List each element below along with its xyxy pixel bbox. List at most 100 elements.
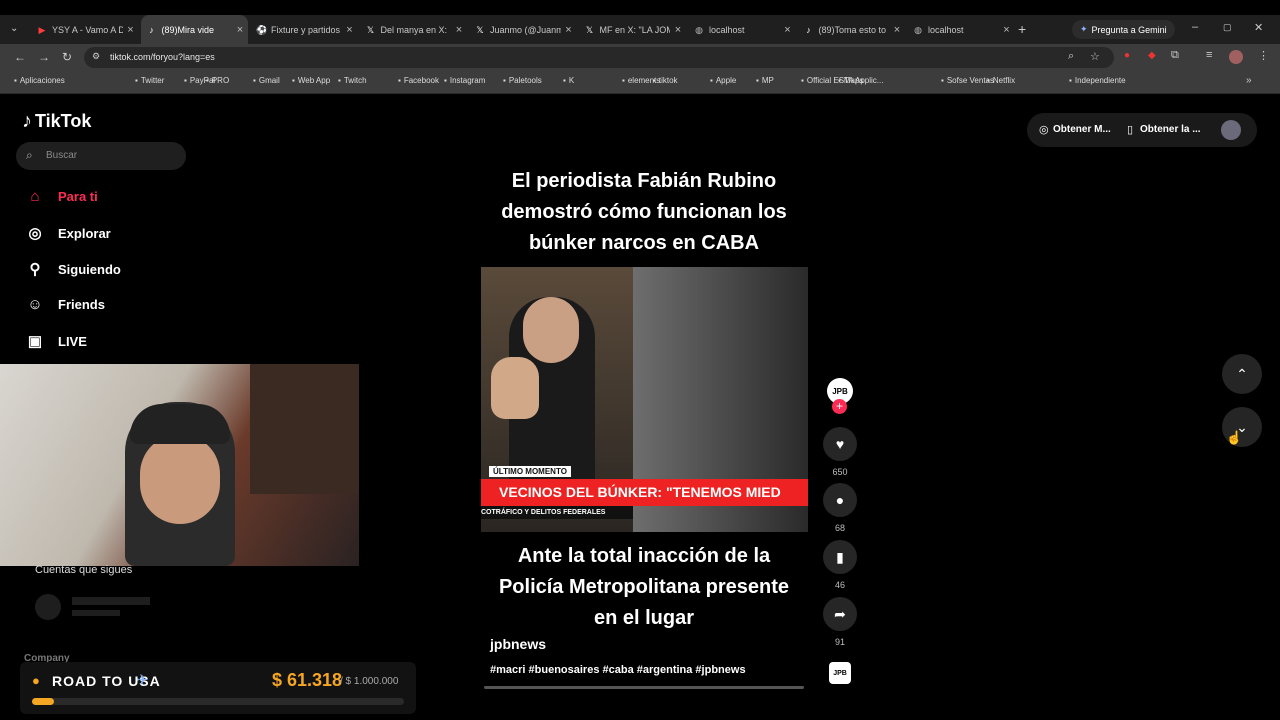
bookmark-item[interactable]: ▪ Aplicaciones [14,76,65,85]
goal-current: $ 61.318 [272,670,343,690]
back-icon[interactable]: ← [14,50,26,64]
maximize-button[interactable]: ▢ [1223,22,1232,33]
video-progress-bar[interactable] [484,686,804,689]
tab-close-icon[interactable]: × [780,24,796,36]
bookmark-item[interactable]: ▪ Netflix [987,76,1015,85]
video-badge: ÚLTIMO MOMENTO [489,466,571,477]
forward-icon[interactable]: → [38,50,50,64]
tab-close-icon[interactable]: × [451,24,467,36]
share-action[interactable]: ➦ 91 [823,597,857,647]
bookmark-item[interactable]: ▪ K [563,76,574,85]
bookmark-item[interactable]: ▪ Gmail [253,76,280,85]
bookmark-label: Paletools [508,76,542,85]
bookmark-item[interactable]: ▪ Twitter [135,76,164,85]
tiktok-icon: ♪ [806,24,811,35]
bookmark-item[interactable]: ▪ PRO [206,76,229,85]
extension-icon-1[interactable]: ● [1124,50,1130,61]
tab-close-icon[interactable]: × [232,24,248,36]
tab-title: localhost [709,24,745,35]
follow-plus-button[interactable]: + [832,399,847,414]
sidebar-item-siguiendo[interactable]: ⚲ Siguiendo [26,260,121,278]
video-reporter-face [523,297,579,363]
previous-video-button[interactable]: ⌃ [1222,354,1262,394]
ball-icon: ⚽ [256,24,268,35]
tiktok-logo[interactable]: ♪ TikTok [22,110,91,133]
bookmark-item[interactable]: ▪ Independiente [1069,76,1126,85]
video-player[interactable]: ÚLTIMO MOMENTO VECINOS DEL BÚNKER: "TENE… [481,267,808,532]
user-avatar[interactable] [1221,120,1241,140]
post-top-caption: El periodista Fabián Rubino demostró cóm… [501,170,787,254]
bookmark-item[interactable]: ▪ Apple [710,76,736,85]
browser-tab[interactable]: 𝕏 Del manya en X: × [360,15,468,44]
sound-avatar[interactable]: JPB [829,662,851,684]
video-hand [491,357,539,419]
zoom-icon[interactable]: ⌕ [1068,50,1074,63]
address-bar[interactable]: ⚙ tiktok.com/foryou?lang=es ⌕ ☆ [84,47,1114,68]
x-icon: 𝕏 [585,24,594,35]
header-button-1[interactable]: Obtener M... [1053,124,1111,135]
browser-tab[interactable]: 𝕏 Juanmo (@Juanm × [469,15,577,44]
media-icon[interactable]: ≡ [1206,49,1212,61]
close-window-button[interactable]: ✕ [1254,21,1263,34]
comment-action[interactable]: ● 68 [823,483,857,533]
like-action[interactable]: ♥ 650 [823,427,857,477]
tab-close-icon[interactable]: × [561,24,577,36]
home-icon: ⌂ [30,188,40,205]
sidebar-item-label: Explorar [58,225,111,241]
bookmark-favicon-icon: ▪ [756,76,759,85]
browser-tab[interactable]: 𝕏 MF en X: "LA JOM × [579,15,687,44]
post-author[interactable]: jpbnews [490,636,546,652]
new-tab-button[interactable]: + [1018,21,1026,37]
bookmark-star-icon[interactable]: ☆ [1090,50,1100,63]
tab-close-icon[interactable]: × [670,24,686,36]
sidebar-item-label: Siguiendo [58,261,121,277]
tab-close-icon[interactable]: × [999,24,1015,36]
tab-close-icon[interactable]: × [342,24,358,36]
reload-icon[interactable]: ↻ [62,50,72,64]
sidebar-item-friends[interactable]: ☺ Friends [26,296,105,313]
sidebar-item-para-ti[interactable]: ⌂ Para ti [26,188,97,205]
url-text[interactable]: tiktok.com/foryou?lang=es [110,52,215,62]
gemini-button[interactable]: ✦ Pregunta a Gemini [1072,20,1175,39]
browser-tab[interactable]: ♪ (89)Toma esto to × [798,15,906,44]
menu-icon[interactable]: ⋮ [1258,49,1269,62]
browser-tab[interactable]: ◍ localhost × [688,15,796,44]
sidebar-item-live[interactable]: ▣ LIVE [26,332,87,350]
bookmark-item[interactable]: ▪ Paletools [503,76,542,85]
bookmark-item[interactable]: ▪ Facebook [398,76,439,85]
bookmark-favicon-icon: ▪ [801,76,804,85]
tab-close-icon[interactable]: × [889,24,905,36]
sidebar-item-label: LIVE [58,333,87,349]
save-action[interactable]: ▮ 46 [823,540,857,590]
tab-close-icon[interactable]: × [123,24,139,36]
search-icon: ⌕ [26,148,33,162]
browser-tab[interactable]: ♪ (89)Mira vide × [140,15,248,44]
browser-tab[interactable]: ▶ YSY A - Vamo A D × [31,15,139,44]
bookmark-item[interactable]: ▪ Web App [292,76,330,85]
bookmark-favicon-icon: ▪ [444,76,447,85]
browser-tab[interactable]: ⚽ Fixture y partidos × [250,15,358,44]
tiktok-note-icon: ♪ [22,110,32,132]
tab-title: Fixture y partidos [271,24,341,35]
sidebar-item-explorar[interactable]: ◎ Explorar [26,224,111,242]
minimize-button[interactable]: – [1192,21,1198,33]
tab-title: Juanmo (@Juanm [490,24,561,35]
tab-search-button[interactable]: ⌄ [10,23,18,34]
profile-avatar[interactable] [1229,50,1243,64]
bookmark-item[interactable]: ▪ Twitch [338,76,367,85]
post-hashtags[interactable]: #macri #buenosaires #caba #argentina #jp… [490,664,746,676]
bookmark-favicon-icon: ▪ [253,76,256,85]
bookmark-item[interactable]: ▪ Instagram [444,76,485,85]
extensions-icon[interactable]: ⧉ [1171,49,1179,62]
extension-icon-2[interactable]: ◆ [1148,50,1156,61]
like-count: 650 [832,467,848,477]
bookmark-favicon-icon: ▪ [135,76,138,85]
header-button-2[interactable]: Obtener la ... [1140,124,1201,135]
bookmark-item[interactable]: ▪ MP [756,76,774,85]
overflow-chevron-icon[interactable]: » [1246,75,1252,86]
bookmark-item[interactable]: ▪ Maps [838,76,863,85]
bookmark-item[interactable]: ▪ tiktok [653,76,678,85]
search-box[interactable]: ⌕ Buscar [16,142,186,170]
site-info-icon[interactable]: ⚙ [92,51,100,62]
browser-tab[interactable]: ◍ localhost × [907,15,1015,44]
